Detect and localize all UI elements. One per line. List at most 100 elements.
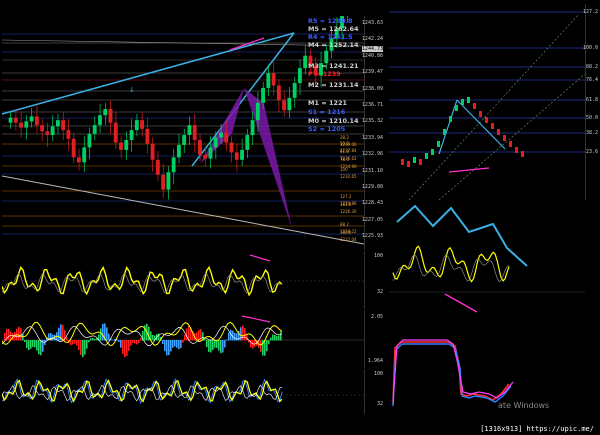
candle-body-6	[40, 125, 45, 132]
candle-body-39	[213, 137, 218, 148]
right-candle-8	[449, 116, 452, 122]
right-candle-13	[479, 111, 482, 117]
right-blue-line-2	[456, 99, 506, 150]
right-candle-1	[407, 161, 410, 167]
osc2-histogram-bar	[74, 340, 76, 344]
osc2-histogram-bar	[218, 340, 220, 351]
candle-body-8	[50, 126, 55, 136]
osc2-histogram-bar	[280, 331, 282, 341]
main-price-svg: ↓	[2, 16, 364, 245]
osc2-histogram-bar	[94, 338, 96, 341]
candle-body-12	[71, 138, 76, 158]
right-gray-line	[392, 253, 510, 283]
osc2-histogram-bar	[162, 340, 164, 345]
right-candle-9	[455, 105, 458, 111]
candle-body-15	[87, 133, 92, 148]
candle-body-29	[161, 174, 166, 190]
candle-body-34	[187, 125, 192, 136]
osc2-histogram-bar	[80, 340, 82, 356]
candle-body-19	[108, 109, 113, 123]
candle-body-14	[82, 147, 87, 163]
osc2-histogram-bar	[212, 340, 214, 351]
osc1-tick-top: 100	[373, 253, 383, 259]
osc2-histogram-bar	[28, 340, 30, 351]
candle-body-53	[287, 97, 292, 111]
candle-body-7	[45, 131, 50, 136]
pivot-level-label: R4 = 1261.5	[308, 33, 353, 41]
osc2-histogram-bar	[172, 340, 174, 348]
activate-windows-text: ate Windows	[498, 401, 550, 410]
right-axis-tick: 100.0	[582, 45, 598, 51]
right-candle-2	[413, 157, 416, 163]
right-candle-18	[509, 141, 512, 147]
candle-body-36	[198, 140, 202, 155]
candle-body-1	[13, 117, 18, 123]
right-bottom-chart[interactable]	[389, 334, 585, 414]
price-axis-tick: 1229.80	[361, 184, 383, 190]
candle-body-16	[92, 125, 97, 134]
candle-body-54	[292, 82, 297, 98]
candle-body-40	[219, 132, 223, 138]
main-price-axis: 1243.63 1242.24 1240.86 1239.47 1238.09 1236.…	[361, 16, 385, 250]
last-price-badge: 1244.73	[361, 46, 383, 52]
candle-body-46	[250, 120, 255, 136]
price-axis-tick: 1233.94	[361, 134, 383, 141]
oscillator-pane-1[interactable]	[2, 251, 364, 309]
oscillator-pane-3[interactable]	[2, 369, 364, 414]
price-axis-tick: 1225.93	[361, 233, 383, 240]
candle-body-9	[55, 120, 60, 127]
right-candle-15	[491, 123, 494, 129]
oscillator-2-svg	[2, 315, 364, 358]
candle-body-48	[261, 87, 266, 103]
osc2-histogram-bar	[62, 324, 64, 341]
right-oscillator-chart[interactable]	[389, 202, 585, 332]
right-mid-magenta-arrow	[444, 293, 478, 313]
osc2-histogram-bar	[76, 340, 78, 346]
osc2-histogram-bar	[88, 340, 90, 343]
oscillator-pane-2[interactable]	[2, 310, 364, 368]
osc2-histogram-bar	[106, 327, 108, 341]
osc2-histogram-bar	[176, 340, 178, 348]
right-candle-11	[467, 97, 470, 103]
osc2-histogram-bar	[166, 340, 168, 356]
arrow-marker-up: ↓	[129, 86, 135, 94]
right-fan-line-1	[408, 13, 580, 200]
candle-body-24	[134, 120, 139, 131]
oscillator-3-svg	[2, 377, 364, 405]
candle-body-30	[166, 172, 171, 190]
osc2-histogram-bar	[240, 327, 242, 341]
osc2-histogram-bar	[250, 340, 252, 348]
candle-body-0	[8, 117, 13, 123]
osc2-histogram-bar	[32, 340, 34, 347]
osc2-histogram-bar	[78, 340, 80, 350]
right-axis-tick: 61.8	[585, 97, 598, 103]
osc2-histogram-bar	[82, 340, 84, 358]
main-price-chart[interactable]: ↓ R5 = 1280.8 M5 = 1262.64 R4 = 1261.5 M4 =…	[2, 16, 364, 250]
osc2-histogram-bar	[274, 334, 276, 341]
osc2-histogram-bar	[224, 340, 226, 348]
osc2-histogram-bar	[2, 340, 4, 341]
osc2-histogram-bar	[242, 325, 244, 341]
candle-body-49	[266, 73, 271, 88]
osc2-histogram-bar	[210, 340, 212, 353]
osc2-histogram-bar	[108, 333, 110, 341]
candle-body-5	[34, 116, 39, 126]
right-candle-20	[521, 151, 524, 157]
pivot-level-label: M2 = 1231.14	[308, 81, 359, 89]
candle-body-35	[192, 125, 197, 141]
osc2-histogram-bar	[92, 337, 94, 341]
right-candle-14	[485, 117, 488, 123]
price-axis-tick: 1236.71	[361, 102, 383, 108]
price-axis-tick: 1243.63	[361, 20, 383, 26]
oscillator-1-axis: 100 32	[364, 251, 385, 309]
osc2-histogram-bar	[178, 340, 180, 350]
candle-body-44	[240, 149, 244, 160]
osc2-histogram-bar	[182, 340, 184, 343]
price-axis-tick: 1239.47	[361, 69, 383, 76]
right-price-chart[interactable]	[389, 4, 585, 200]
candle-body-18	[103, 109, 108, 116]
right-axis-tick: 88.2	[585, 64, 598, 70]
osc2-histogram-bar	[122, 340, 124, 354]
osc2-tick-bottom: 1.964	[367, 358, 383, 364]
price-axis-tick: 1228.43	[361, 200, 383, 207]
